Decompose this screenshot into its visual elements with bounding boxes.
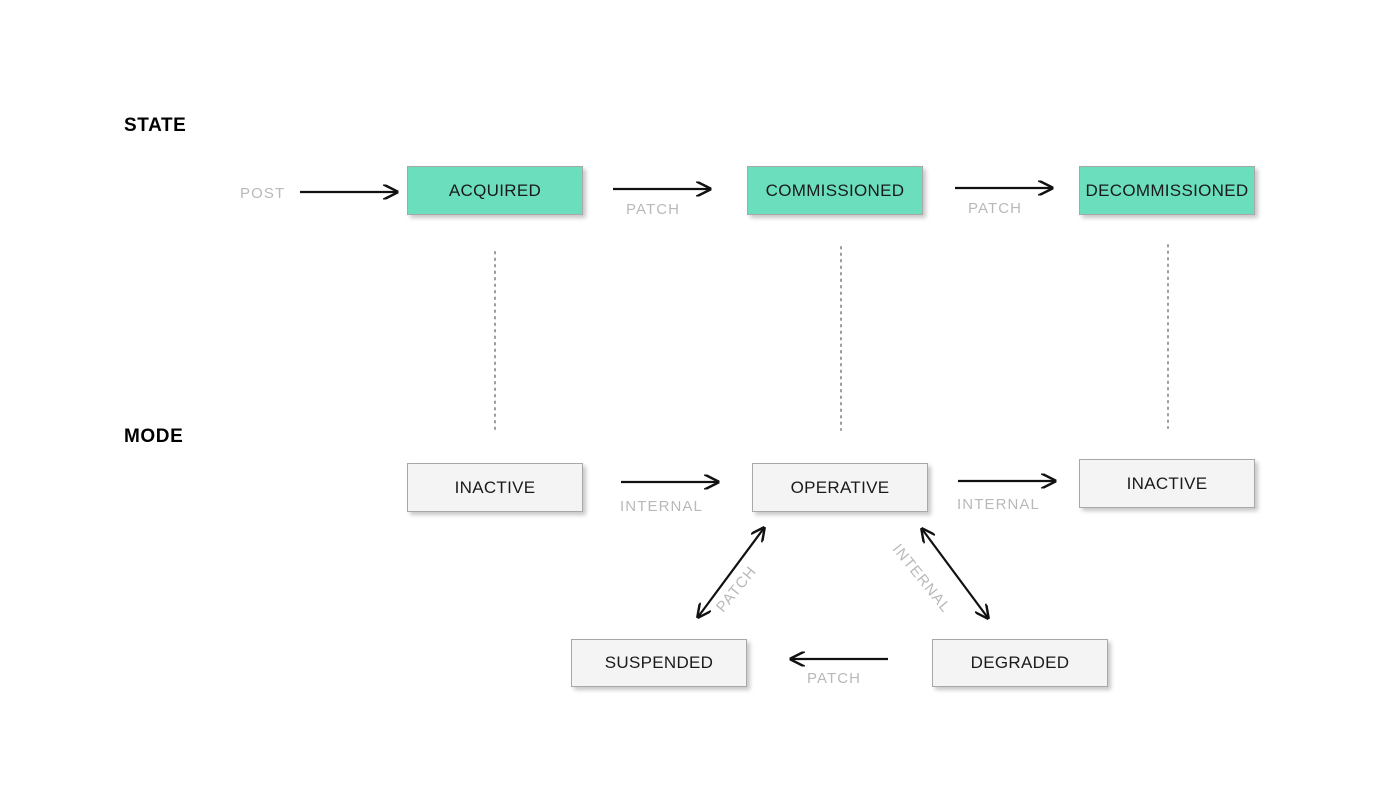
edge-label-post: POST bbox=[240, 185, 286, 202]
edge-label-internal-inactive-operative: INTERNAL bbox=[620, 498, 703, 515]
mode-node-inactive-left[interactable]: INACTIVE bbox=[407, 463, 583, 512]
edge-label-internal-operative-degraded: INTERNAL bbox=[888, 541, 955, 617]
mode-node-inactive-right[interactable]: INACTIVE bbox=[1079, 459, 1255, 508]
mode-node-inactive-right-label: INACTIVE bbox=[1126, 473, 1208, 493]
state-node-acquired[interactable]: ACQUIRED bbox=[407, 166, 583, 215]
state-node-decommissioned-label: DECOMMISSIONED bbox=[1085, 180, 1249, 200]
edge-label-patch-acquired-commissioned: PATCH bbox=[626, 201, 681, 218]
edge-label-internal-operative-inactive: INTERNAL bbox=[957, 496, 1040, 513]
state-node-commissioned-label: COMMISSIONED bbox=[765, 180, 905, 200]
mode-node-suspended-label: SUSPENDED bbox=[604, 653, 714, 672]
mode-node-suspended[interactable]: SUSPENDED bbox=[571, 639, 747, 687]
mode-row-title: MODE bbox=[124, 426, 184, 447]
edge-label-patch-commissioned-decommissioned: PATCH bbox=[968, 200, 1023, 217]
state-node-commissioned[interactable]: COMMISSIONED bbox=[747, 166, 923, 215]
edge-label-patch-operative-suspended: PATCH bbox=[713, 562, 761, 616]
edge-label-patch-degraded-suspended: PATCH bbox=[807, 670, 862, 687]
mode-node-degraded[interactable]: DEGRADED bbox=[932, 639, 1108, 687]
mode-node-operative[interactable]: OPERATIVE bbox=[752, 463, 928, 512]
state-node-acquired-label: ACQUIRED bbox=[448, 180, 542, 200]
state-node-decommissioned[interactable]: DECOMMISSIONED bbox=[1079, 166, 1255, 215]
mode-node-operative-label: OPERATIVE bbox=[790, 477, 890, 497]
state-row-title: STATE bbox=[124, 115, 187, 136]
mode-node-degraded-label: DEGRADED bbox=[970, 653, 1070, 672]
state-mode-diagram: STATE MODE POST PATCH PATCH INTERNAL INT… bbox=[0, 0, 1381, 802]
mode-node-inactive-left-label: INACTIVE bbox=[454, 477, 536, 497]
